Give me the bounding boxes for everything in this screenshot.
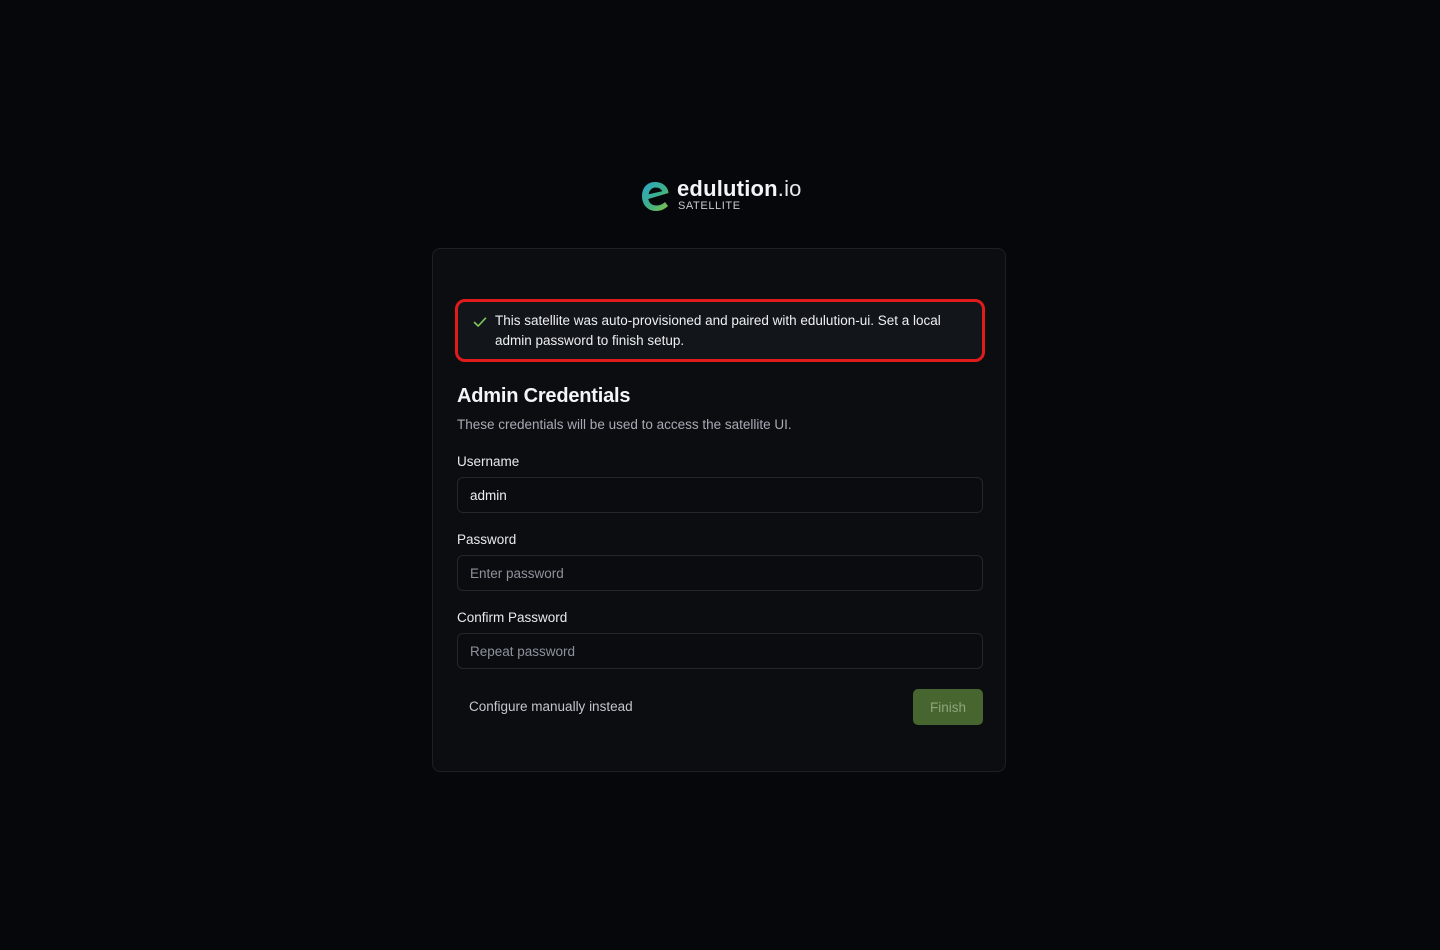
finish-button[interactable]: Finish [913, 689, 983, 725]
brand-wordmark: edulution.io [677, 176, 802, 202]
brand-name: edulution [677, 176, 778, 201]
edulution-logo-icon [642, 182, 669, 211]
confirm-password-label: Confirm Password [457, 610, 568, 625]
username-label: Username [457, 454, 520, 469]
password-input[interactable] [457, 555, 983, 591]
section-description: These credentials will be used to access… [457, 417, 792, 432]
setup-card: This satellite was auto-provisioned and … [432, 248, 1006, 772]
section-title: Admin Credentials [457, 385, 631, 407]
brand-tld: .io [777, 176, 802, 201]
provision-alert: This satellite was auto-provisioned and … [455, 299, 985, 362]
password-label: Password [457, 532, 517, 547]
brand-subtitle: SATELLITE [678, 200, 741, 212]
username-input[interactable] [457, 477, 983, 513]
edulution-logo: edulution.io SATELLITE [640, 176, 810, 216]
confirm-password-input[interactable] [457, 633, 983, 669]
configure-manually-button[interactable]: Configure manually instead [457, 689, 645, 725]
alert-message: This satellite was auto-provisioned and … [495, 313, 941, 348]
check-icon [473, 317, 487, 327]
